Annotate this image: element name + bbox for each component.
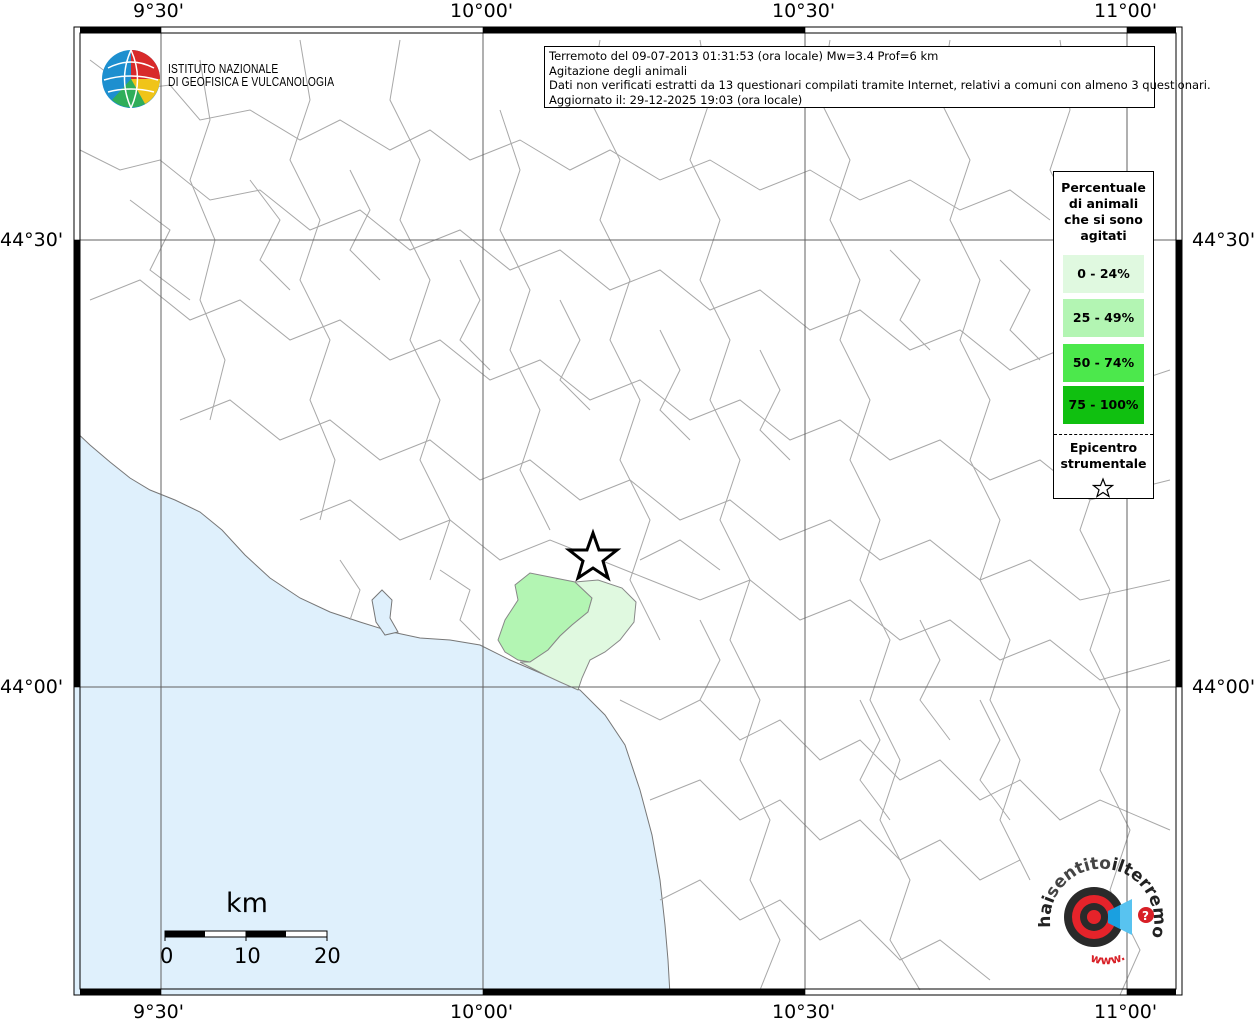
bottom-label-1: 9°30' [133,1001,184,1023]
left-label-2: 44°00' [0,676,64,698]
ingv-line2: DI GEOFISICA E VULCANOLOGIA [168,75,335,89]
ingv-logo [100,48,162,115]
ingv-globe-icon [102,49,160,109]
legend: Percentuale di animali che si sono agita… [1053,171,1154,499]
svg-text:?: ? [1142,909,1149,923]
haisentito-logo-icon: haisentitoilterremoto.it www. ? [1032,840,1169,967]
info-event: Terremoto del 09-07-2013 01:31:53 (ora l… [549,49,939,63]
scale-tick-0: 0 [160,944,174,968]
scale-tick-10: 10 [234,944,261,968]
event-info-box: Terremoto del 09-07-2013 01:31:53 (ora l… [544,46,1211,108]
svg-text:www.: www. [1089,949,1127,967]
scale-tick-20: 20 [314,944,341,968]
bottom-label-2: 10°00' [450,1001,514,1023]
bottom-label-4: 11°00' [1094,1001,1158,1023]
top-label-2: 10°00' [450,0,514,22]
legend-epicenter-line: Epicentro [1069,440,1138,455]
legend-class-25-49: 25 - 49% [1063,299,1144,337]
legend-title-line: agitati [1080,228,1127,243]
top-label-4: 11°00' [1094,0,1158,22]
legend-epicenter-label: Epicentro strumentale [1054,440,1153,472]
ingv-text: ISTITUTO NAZIONALE DI GEOFISICA E VULCAN… [168,63,334,89]
legend-separator [1054,434,1153,435]
right-label-1: 44°30' [1192,229,1256,251]
legend-class-75-100: 75 - 100% [1063,386,1144,424]
top-label-1: 9°30' [133,0,184,22]
legend-title: Percentuale di animali che si sono agita… [1054,180,1153,244]
legend-epicenter-line: strumentale [1060,456,1147,471]
legend-title-line: Percentuale [1061,180,1146,195]
legend-class-50-74: 50 - 74% [1063,344,1144,382]
legend-title-line: che si sono [1064,212,1143,227]
right-label-2: 44°00' [1192,676,1256,698]
info-data-note: Dati non verificati estratti da 13 quest… [549,78,1211,92]
left-label-1: 44°30' [0,229,64,251]
legend-class-0-24: 0 - 24% [1063,255,1144,293]
legend-title-line: di animali [1068,196,1139,211]
scale-bar: km 0 10 20 [160,888,360,978]
bottom-label-3: 10°30' [772,1001,836,1023]
haisentito-logo: haisentitoilterremoto.it www. ? [1032,840,1169,980]
info-updated: Aggiornato il: 29-12-2025 19:03 (ora loc… [549,92,803,107]
info-parameter: Agitazione degli animali [549,63,688,78]
legend-star-icon [1092,477,1114,498]
top-label-3: 10°30' [772,0,836,22]
scale-unit: km [226,888,268,919]
